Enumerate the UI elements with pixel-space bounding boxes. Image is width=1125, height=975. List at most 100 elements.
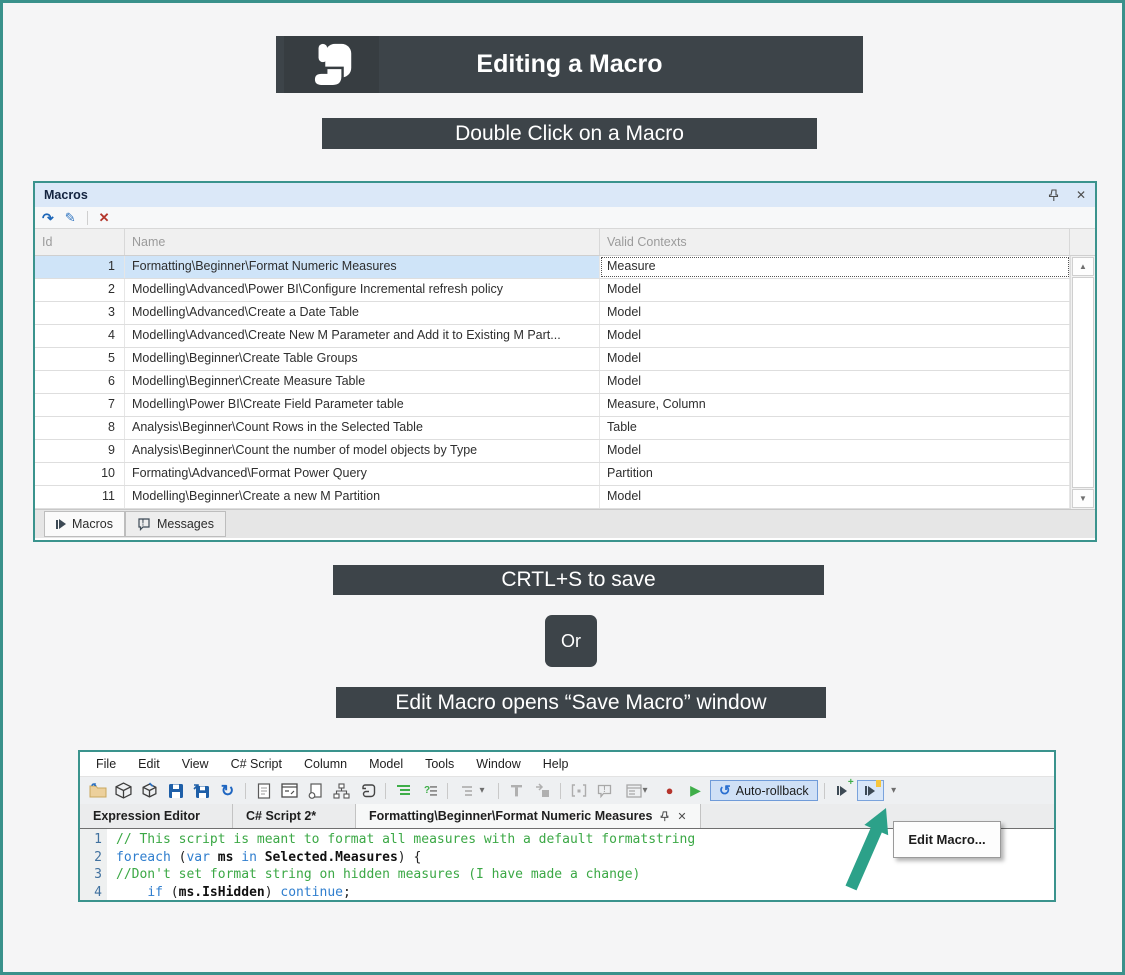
table-row[interactable]: 6 Modelling\Beginner\Create Measure Tabl… — [35, 371, 1070, 394]
column-header-name[interactable]: Name — [125, 229, 600, 255]
table-row[interactable]: 8 Analysis\Beginner\Count Rows in the Se… — [35, 417, 1070, 440]
macro-dropdown-caret[interactable]: ▾ — [887, 780, 901, 801]
cell-id[interactable]: 9 — [35, 440, 125, 462]
cell-name[interactable]: Analysis\Beginner\Count Rows in the Sele… — [125, 417, 600, 439]
menu-csharp-script[interactable]: C# Script — [220, 757, 293, 771]
column-header-id[interactable]: Id — [35, 229, 125, 255]
code-text[interactable]: // This script is meant to format all me… — [107, 829, 695, 900]
edit-macro-button[interactable] — [857, 780, 884, 801]
tab-csharp-script[interactable]: C# Script 2* — [233, 804, 356, 828]
close-icon[interactable]: ✕ — [677, 810, 686, 823]
table-row[interactable]: 3 Modelling\Advanced\Create a Date Table… — [35, 302, 1070, 325]
record-macro-icon[interactable]: ● — [658, 780, 681, 801]
menu-model[interactable]: Model — [358, 757, 414, 771]
run-macro-icon[interactable]: ↷ — [42, 211, 54, 225]
table-row[interactable]: 1 Formatting\Beginner\Format Numeric Mea… — [35, 256, 1070, 279]
cell-name[interactable]: Formating\Advanced\Format Power Query — [125, 463, 600, 485]
table-row[interactable]: 5 Modelling\Beginner\Create Table Groups… — [35, 348, 1070, 371]
menu-file[interactable]: File — [85, 757, 127, 771]
refresh-icon[interactable]: ↻ — [216, 780, 239, 801]
cell-name[interactable]: Modelling\Power BI\Create Field Paramete… — [125, 394, 600, 416]
new-document-icon[interactable] — [304, 780, 327, 801]
vertical-scrollbar[interactable]: ▲ ▼ — [1070, 256, 1095, 509]
menu-edit[interactable]: Edit — [127, 757, 171, 771]
cell-name[interactable]: Modelling\Advanced\Create New M Paramete… — [125, 325, 600, 347]
cell-contexts[interactable]: Model — [600, 371, 1070, 393]
run-script-icon[interactable]: ▶ — [684, 780, 707, 801]
cell-contexts[interactable]: Measure, Column — [600, 394, 1070, 416]
cell-contexts[interactable]: Model — [600, 486, 1070, 508]
table-row[interactable]: 10 Formating\Advanced\Format Power Query… — [35, 463, 1070, 486]
cell-id[interactable]: 5 — [35, 348, 125, 370]
cell-contexts[interactable]: Model — [600, 440, 1070, 462]
edit-macro-icon[interactable]: ✎ — [65, 211, 76, 224]
cell-id[interactable]: 3 — [35, 302, 125, 324]
format-dax-icon[interactable] — [392, 780, 415, 801]
cell-contexts[interactable]: Model — [600, 348, 1070, 370]
cell-contexts[interactable]: Model — [600, 325, 1070, 347]
table-row[interactable]: 7 Modelling\Power BI\Create Field Parame… — [35, 394, 1070, 417]
cell-id[interactable]: 10 — [35, 463, 125, 485]
table-row[interactable]: 2 Modelling\Advanced\Power BI\Configure … — [35, 279, 1070, 302]
delete-macro-icon[interactable]: ✕ — [99, 211, 110, 224]
cell-name[interactable]: Modelling\Beginner\Create Table Groups — [125, 348, 600, 370]
column-static-icon[interactable] — [505, 780, 528, 801]
cell-name[interactable]: Modelling\Advanced\Power BI\Configure In… — [125, 279, 600, 301]
new-script-icon[interactable] — [252, 780, 275, 801]
pin-icon[interactable] — [1047, 189, 1060, 202]
save-macro-icon[interactable]: + — [831, 780, 854, 801]
save-icon[interactable] — [164, 780, 187, 801]
cell-name[interactable]: Analysis\Beginner\Count the number of mo… — [125, 440, 600, 462]
auto-rollback-button[interactable]: ↺ Auto-rollback — [710, 780, 818, 801]
menu-tools[interactable]: Tools — [414, 757, 465, 771]
menu-column[interactable]: Column — [293, 757, 358, 771]
cell-name[interactable]: Modelling\Beginner\Create Measure Table — [125, 371, 600, 393]
open-cube-icon[interactable] — [138, 780, 161, 801]
watch-icon[interactable] — [567, 780, 590, 801]
cell-id[interactable]: 7 — [35, 394, 125, 416]
menu-help[interactable]: Help — [532, 757, 580, 771]
cell-id[interactable]: 8 — [35, 417, 125, 439]
cell-id[interactable]: 4 — [35, 325, 125, 347]
cell-id[interactable]: 2 — [35, 279, 125, 301]
scroll-up-button[interactable]: ▲ — [1072, 257, 1094, 276]
deploy-cube-icon[interactable] — [112, 780, 135, 801]
save-all-icon[interactable] — [190, 780, 213, 801]
perspective-dropdown[interactable]: ▾ — [454, 780, 492, 801]
preferences-window-icon[interactable] — [278, 780, 301, 801]
hierarchy-icon[interactable] — [330, 780, 353, 801]
format-code-icon[interactable]: ? — [418, 780, 441, 801]
tab-macro-script[interactable]: Formatting\Beginner\Format Numeric Measu… — [356, 804, 701, 828]
menu-window[interactable]: Window — [465, 757, 531, 771]
cell-id[interactable]: 6 — [35, 371, 125, 393]
toolbar-separator — [824, 783, 825, 799]
cell-contexts[interactable]: Model — [600, 302, 1070, 324]
cell-id[interactable]: 11 — [35, 486, 125, 508]
table-row[interactable]: 4 Modelling\Advanced\Create New M Parame… — [35, 325, 1070, 348]
tab-macros[interactable]: Macros — [44, 511, 125, 537]
tab-expression-editor[interactable]: Expression Editor — [80, 804, 233, 828]
menu-view[interactable]: View — [171, 757, 220, 771]
scroll-down-button[interactable]: ▼ — [1072, 489, 1094, 508]
goto-object-icon[interactable] — [531, 780, 554, 801]
open-model-icon[interactable] — [86, 780, 109, 801]
cell-id[interactable]: 1 — [35, 256, 125, 278]
cell-contexts[interactable]: Model — [600, 279, 1070, 301]
script-scroll-icon[interactable] — [356, 780, 379, 801]
table-row[interactable]: 9 Analysis\Beginner\Count the number of … — [35, 440, 1070, 463]
scrollbar-thumb[interactable] — [1072, 277, 1094, 488]
comment-icon[interactable]: ! — [593, 780, 616, 801]
close-icon[interactable]: ✕ — [1076, 188, 1086, 202]
cell-contexts[interactable]: Measure — [600, 256, 1070, 278]
cell-name[interactable]: Formatting\Beginner\Format Numeric Measu… — [125, 256, 600, 278]
cell-name[interactable]: Modelling\Advanced\Create a Date Table — [125, 302, 600, 324]
cell-name[interactable]: Modelling\Beginner\Create a new M Partit… — [125, 486, 600, 508]
table-row[interactable]: 11 Modelling\Beginner\Create a new M Par… — [35, 486, 1070, 509]
column-header-valid-contexts[interactable]: Valid Contexts — [600, 229, 1070, 255]
tab-messages[interactable]: ! Messages — [125, 511, 226, 537]
cell-contexts[interactable]: Table — [600, 417, 1070, 439]
form-view-dropdown[interactable]: ▾ — [619, 780, 655, 801]
pin-icon[interactable] — [659, 811, 670, 822]
macros-tab-icon — [56, 519, 66, 529]
cell-contexts[interactable]: Partition — [600, 463, 1070, 485]
